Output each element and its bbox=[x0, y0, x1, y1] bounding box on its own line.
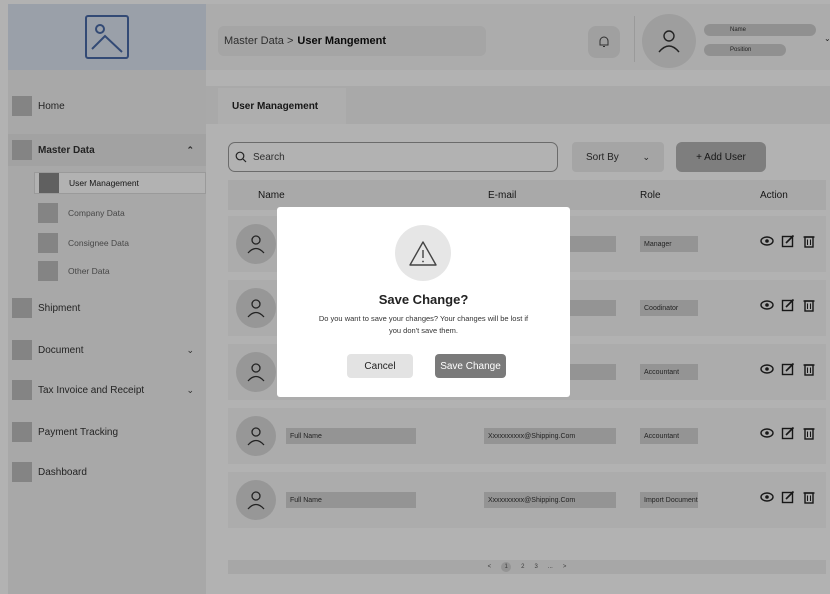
app-root: Home Master Data ⌃ User Management Compa… bbox=[0, 0, 830, 594]
warning-icon bbox=[395, 225, 451, 281]
save-change-button[interactable]: Save Change bbox=[435, 354, 506, 378]
dialog-message: Do you want to save your changes? Your c… bbox=[318, 314, 529, 335]
save-change-dialog: Save Change? Do you want to save your ch… bbox=[277, 207, 570, 397]
cancel-button[interactable]: Cancel bbox=[347, 354, 413, 378]
dialog-title: Save Change? bbox=[378, 292, 469, 307]
